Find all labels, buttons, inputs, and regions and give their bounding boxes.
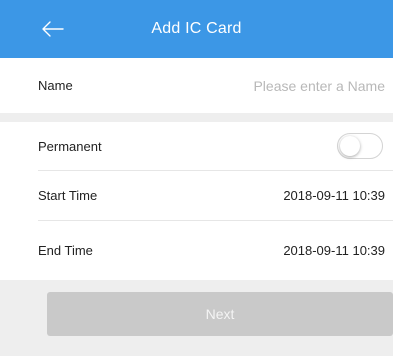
start-time-row[interactable]: Start Time 2018-09-11 10:39	[0, 171, 393, 220]
name-label: Name	[38, 78, 73, 93]
header-bar: Add IC Card	[0, 0, 393, 58]
footer-area: Next	[0, 280, 393, 356]
end-time-label: End Time	[38, 243, 93, 258]
end-time-value[interactable]: 2018-09-11 10:39	[283, 221, 385, 280]
permanent-row: Permanent	[0, 122, 393, 170]
next-button[interactable]: Next	[47, 292, 393, 336]
toggle-knob	[340, 136, 360, 156]
name-row[interactable]: Name Please enter a Name	[0, 58, 393, 113]
permanent-toggle[interactable]	[337, 133, 383, 159]
start-time-value[interactable]: 2018-09-11 10:39	[283, 171, 385, 220]
end-time-row[interactable]: End Time 2018-09-11 10:39	[0, 221, 393, 280]
section-gap	[0, 113, 393, 122]
name-input[interactable]: Please enter a Name	[253, 58, 385, 113]
page-title: Add IC Card	[151, 20, 242, 37]
permanent-label: Permanent	[38, 138, 102, 154]
start-time-label: Start Time	[38, 188, 98, 203]
